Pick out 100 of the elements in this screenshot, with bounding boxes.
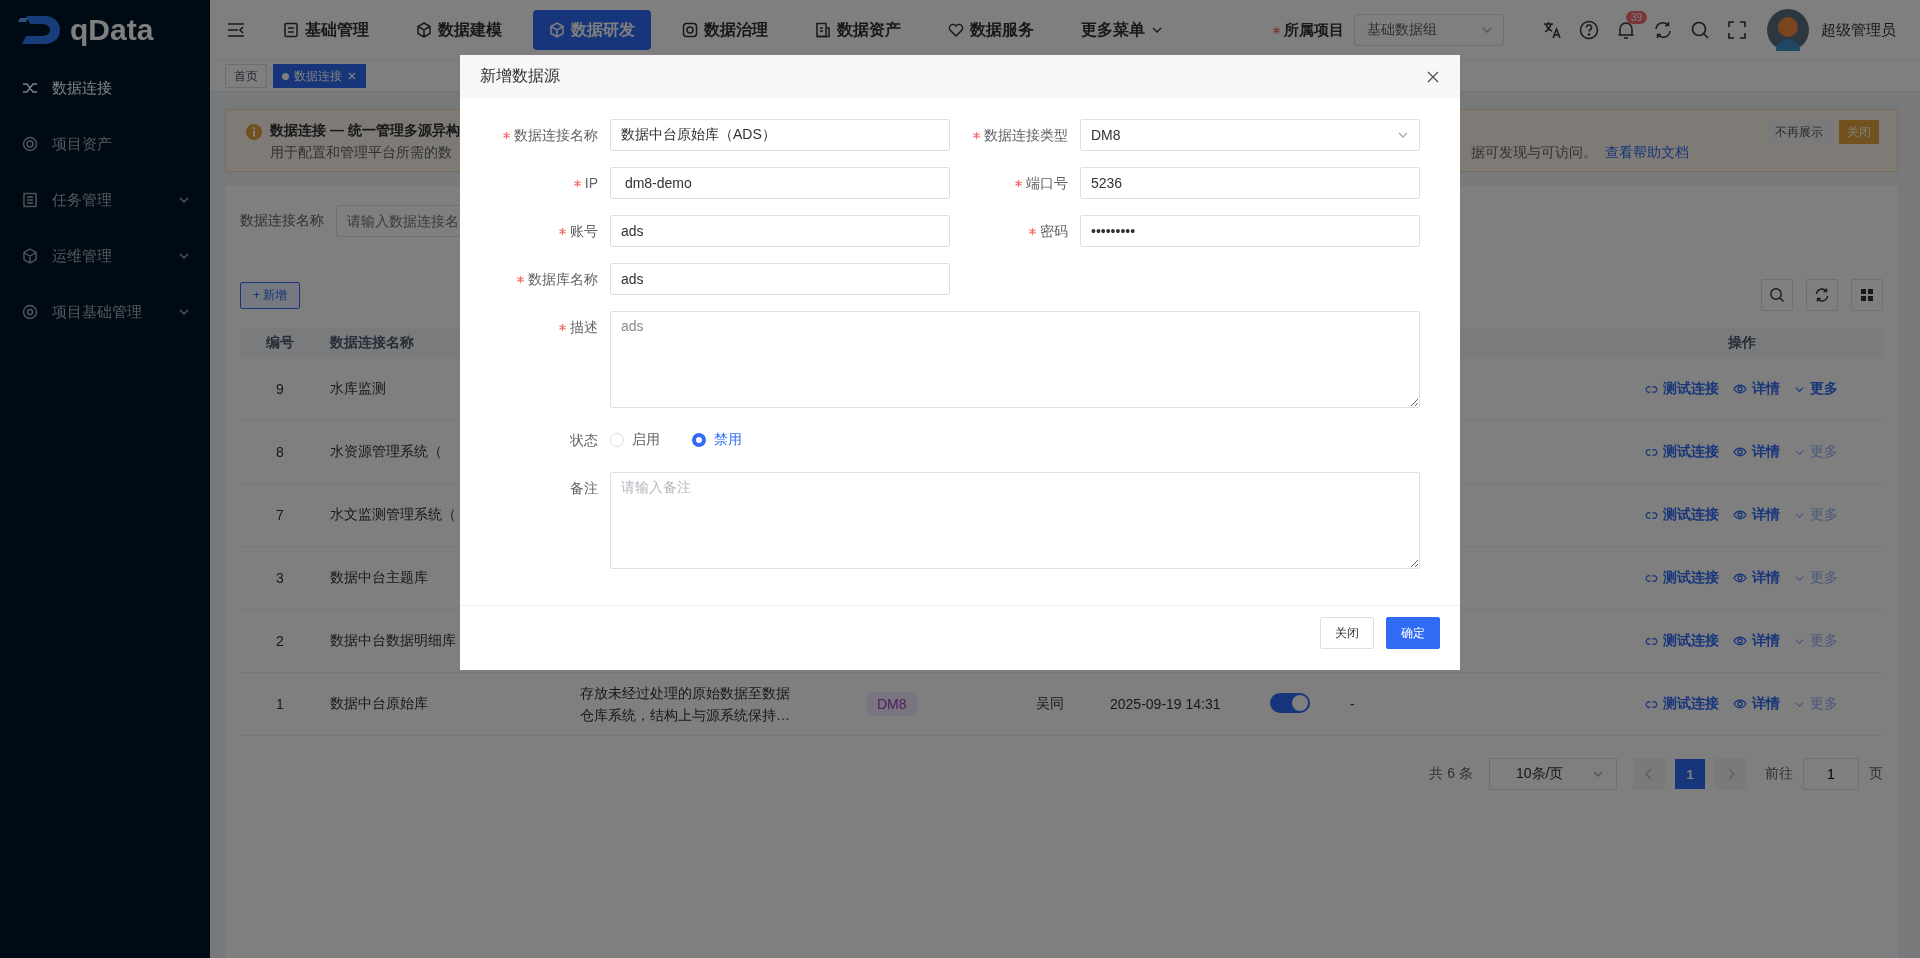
module-icon [682, 22, 698, 38]
sidebar-item[interactable]: 运维管理 [0, 228, 210, 284]
detail-link[interactable]: 详情 [1733, 443, 1780, 461]
top-menu-item[interactable]: 数据服务 [932, 10, 1050, 50]
top-menu-item[interactable]: 数据建模 [400, 10, 518, 50]
input-field[interactable]: ads [610, 263, 950, 295]
close-button[interactable]: 关闭 [1320, 617, 1374, 649]
refresh-button[interactable] [1806, 279, 1838, 311]
table-cell: 2025-09-19 14:31 [1110, 696, 1221, 712]
module-icon [549, 22, 565, 38]
help-link[interactable]: 查看帮助文档 [1605, 144, 1689, 162]
add-button[interactable]: + 新增 [240, 281, 301, 309]
search-label: 数据连接名称 [240, 212, 324, 230]
column-header: 数据连接名称 [329, 334, 415, 352]
page-size-dropdown[interactable]: 10条/页 [1489, 758, 1617, 790]
eye-icon [1733, 509, 1747, 521]
table-cell-text: 数据中台主题库 [329, 569, 429, 587]
avatar-icon[interactable] [1767, 9, 1809, 51]
close-icon[interactable] [1426, 69, 1440, 84]
close-button[interactable]: 关闭 [1839, 120, 1879, 144]
module-icon [815, 22, 831, 38]
input-field[interactable]: 数据中台原始库（ADS） [610, 119, 950, 151]
table-cell-text: 8 [275, 444, 285, 460]
notification-icon[interactable] [1616, 20, 1636, 40]
dialog-title: 新增数据源 [480, 66, 560, 86]
test-connection-link[interactable]: 测试连接 [1645, 380, 1719, 398]
columns-button[interactable] [1851, 279, 1883, 311]
translate-icon[interactable] [1542, 20, 1562, 40]
table-cell-text: 数据中台数据明细库 [329, 632, 457, 650]
project-label: 所属项目 [1284, 20, 1344, 40]
table-cell-text: 9 [275, 381, 285, 397]
test-connection-link[interactable]: 测试连接 [1645, 632, 1719, 650]
eye-icon [1733, 698, 1747, 710]
radio-option[interactable]: 禁用 [692, 431, 742, 449]
top-menu-item[interactable]: 基础管理 [267, 10, 385, 50]
radio-option[interactable]: 启用 [610, 431, 660, 449]
top-menu-item[interactable]: 数据治理 [666, 10, 784, 50]
dropdown-field[interactable]: DM8 [1080, 119, 1420, 151]
notification-badge: 39 [1626, 11, 1648, 24]
detail-link[interactable]: 详情 [1733, 632, 1780, 650]
status-switch[interactable] [1270, 692, 1310, 713]
search-button[interactable] [1761, 279, 1793, 311]
help-icon[interactable] [1579, 20, 1599, 40]
detail-link[interactable]: 详情 [1733, 569, 1780, 587]
table-cell-text: 水库监测 [329, 380, 387, 398]
search-icon [1769, 287, 1785, 303]
table-cell-text: 1 [275, 696, 285, 712]
more-link[interactable]: 更多 [1794, 380, 1838, 398]
test-connection-link[interactable]: 测试连接 [1645, 506, 1719, 524]
input-field[interactable]: 5236 [1080, 167, 1420, 199]
confirm-button[interactable]: 确定 [1386, 617, 1440, 649]
test-connection-link[interactable]: 测试连接 [1645, 695, 1719, 713]
total-count: 共 6 条 [1429, 765, 1473, 783]
input-field[interactable]: dm8-demo [610, 167, 950, 199]
brand-name: qData [70, 13, 154, 47]
eye-icon [1733, 446, 1747, 458]
field-label: 数据连接名称 [514, 126, 598, 145]
notice-title: 数据连接 — 统一管理多源异构 [270, 122, 460, 140]
sidebar-item[interactable]: 数据连接 [0, 60, 210, 116]
page-tab[interactable]: 首页 [225, 64, 267, 88]
top-menu-item[interactable]: 数据资产 [799, 10, 917, 50]
page-input[interactable]: 1 [1803, 758, 1859, 790]
table-cell-text: 水资源管理系统（ [329, 443, 443, 461]
user-name[interactable]: 超级管理员 [1821, 20, 1896, 40]
column-header: 编号 [265, 334, 295, 352]
dismiss-button[interactable]: 不再展示 [1767, 120, 1831, 144]
detail-link[interactable]: 详情 [1733, 380, 1780, 398]
project-dropdown[interactable]: 基础数据组 [1354, 14, 1504, 46]
test-connection-link[interactable]: 测试连接 [1645, 569, 1719, 587]
page-suffix: 页 [1869, 765, 1883, 783]
field-label: 端口号 [1026, 174, 1068, 193]
eye-icon [1733, 635, 1747, 647]
fullscreen-icon[interactable] [1727, 20, 1747, 40]
field-label: 数据连接类型 [984, 126, 1068, 145]
search-icon[interactable] [1690, 20, 1710, 40]
column-header: 操作 [1726, 334, 1757, 352]
text-area[interactable]: 请输入备注 [610, 472, 1420, 569]
type-tag: DM8 [867, 692, 917, 716]
top-menu-item[interactable]: 更多菜单 [1065, 10, 1179, 50]
page-tab[interactable]: 数据连接 [273, 64, 366, 88]
input-field[interactable]: ads [610, 215, 950, 247]
refresh-icon[interactable] [1653, 20, 1673, 40]
text-area[interactable]: ads [610, 311, 1420, 408]
page-button[interactable]: 1 [1675, 759, 1705, 789]
table-cell: 吴同 [1036, 695, 1064, 711]
detail-link[interactable]: 详情 [1733, 695, 1780, 713]
detail-link[interactable]: 详情 [1733, 506, 1780, 524]
table-cell-text: 数据中台原始库 [329, 695, 429, 713]
sidebar-item[interactable]: 项目基础管理 [0, 284, 210, 340]
input-field[interactable]: ••••••••• [1080, 215, 1420, 247]
top-menu-item[interactable]: 数据研发 [533, 10, 651, 50]
sidebar-item[interactable]: 任务管理 [0, 172, 210, 228]
eye-icon [1733, 383, 1747, 395]
table-cell-text: 2 [275, 633, 285, 649]
test-connection-link[interactable]: 测试连接 [1645, 443, 1719, 461]
field-label: 描述 [570, 318, 598, 337]
module-icon [283, 22, 299, 38]
table-cell-text: 水文监测管理系统（ [329, 506, 457, 524]
sidebar-item[interactable]: 项目资产 [0, 116, 210, 172]
chevron-left-icon [1645, 768, 1653, 780]
